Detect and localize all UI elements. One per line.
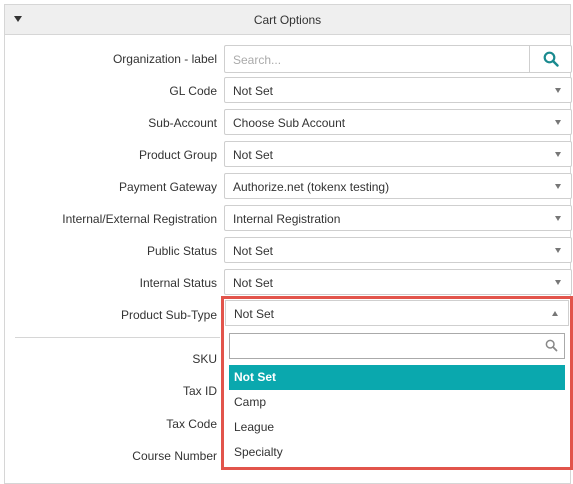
panel-title: Cart Options [253,13,322,27]
sku-label: SKU [192,352,217,366]
chevron-down-icon [555,216,561,221]
gl-code-label: GL Code [169,84,217,98]
registration-select[interactable]: Internal Registration [224,205,572,231]
dropdown-options-list: Not Set Camp League Specialty [229,365,565,465]
organization-search-field[interactable] [224,45,530,73]
chevron-down-icon [555,248,561,253]
product-sub-type-label: Product Sub-Type [120,308,217,322]
organization-search-button[interactable] [529,45,572,73]
product-group-label: Product Group [138,148,217,162]
product-sub-type-dropdown-highlight: Not Set Not Set Camp League Specialty [221,296,573,470]
registration-value: Internal Registration [233,212,341,226]
dropdown-option-camp[interactable]: Camp [229,390,565,415]
course-number-label: Course Number [132,449,217,463]
product-sub-type-select[interactable]: Not Set [225,300,569,326]
product-sub-type-value: Not Set [234,307,275,321]
panel-header[interactable]: Cart Options [5,5,570,35]
product-group-select[interactable]: Not Set [224,141,572,167]
dropdown-option-league[interactable]: League [229,415,565,440]
sub-account-select[interactable]: Choose Sub Account [224,109,572,135]
dropdown-search-field[interactable] [229,333,565,359]
organization-label: Organization - label [112,52,217,66]
search-icon [545,339,558,352]
chevron-down-icon [555,120,561,125]
product-group-value: Not Set [233,148,274,162]
tax-id-label: Tax ID [182,384,217,398]
chevron-down-icon [555,184,561,189]
payment-gateway-label: Payment Gateway [118,180,217,194]
chevron-down-icon [555,280,561,285]
chevron-down-icon [555,88,561,93]
public-status-label: Public Status [146,244,217,258]
sub-account-value: Choose Sub Account [233,116,346,130]
gl-code-value: Not Set [233,84,274,98]
chevron-down-icon [555,152,561,157]
tax-code-label: Tax Code [166,417,217,431]
internal-status-value: Not Set [233,276,274,290]
dropdown-option-specialty[interactable]: Specialty [229,440,565,465]
internal-status-label: Internal Status [139,276,217,290]
organization-search-input[interactable] [231,47,525,73]
registration-label: Internal/External Registration [62,212,217,226]
chevron-up-icon [552,311,558,316]
public-status-select[interactable]: Not Set [224,237,572,263]
search-icon [543,51,559,67]
public-status-value: Not Set [233,244,274,258]
internal-status-select[interactable]: Not Set [224,269,572,295]
payment-gateway-value: Authorize.net (tokenx testing) [233,180,390,194]
dropdown-option-not-set[interactable]: Not Set [229,365,565,390]
sub-account-label: Sub-Account [148,116,217,130]
dropdown-search-input[interactable] [234,335,538,359]
gl-code-select[interactable]: Not Set [224,77,572,103]
section-divider [15,337,220,338]
payment-gateway-select[interactable]: Authorize.net (tokenx testing) [224,173,572,199]
